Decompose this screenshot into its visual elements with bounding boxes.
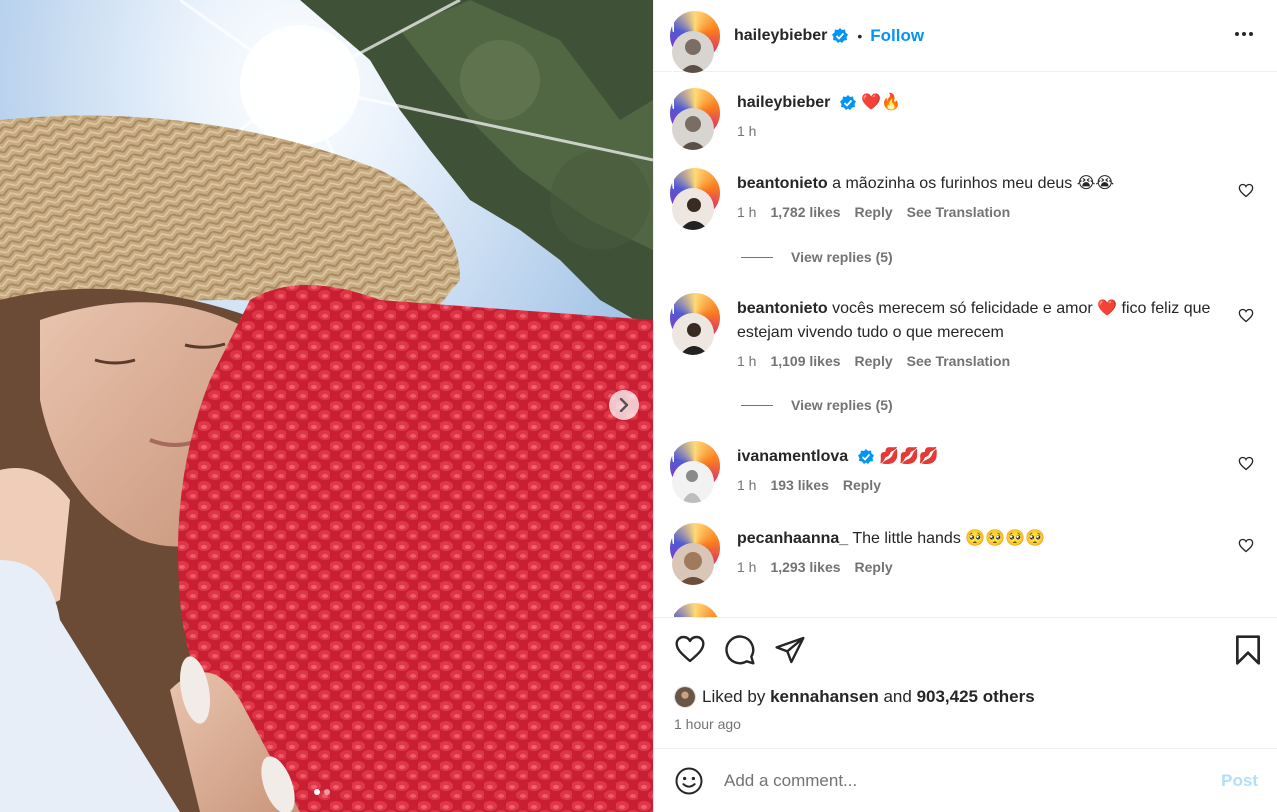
comment-time: 1 h	[737, 559, 757, 575]
comment-time: 1 h	[737, 477, 757, 493]
comment-reply-button[interactable]: Reply	[843, 477, 881, 493]
comment-likes[interactable]: 1,293 likes	[770, 559, 840, 575]
comment-username[interactable]: beantonieto	[737, 300, 828, 317]
view-replies-label[interactable]: View replies (5)	[791, 397, 893, 413]
likes-prefix: Liked by	[702, 687, 766, 706]
chevron-right-icon	[619, 398, 629, 412]
post-comment-button[interactable]: Post	[1221, 771, 1258, 791]
comment-reply-button[interactable]: Reply	[855, 353, 893, 369]
comment-like-heart-icon[interactable]	[1238, 456, 1254, 471]
verified-badge-icon	[857, 448, 874, 464]
comment-text: a mãozinha os furinhos meu deus 😭😭	[832, 175, 1115, 192]
see-translation-button[interactable]: See Translation	[907, 353, 1010, 369]
comment-text: 💋💋💋	[879, 448, 939, 465]
caption-time: 1 h	[737, 123, 757, 139]
comment-item-partial	[670, 603, 1270, 617]
comment-like-heart-icon[interactable]	[1238, 183, 1254, 198]
carousel-dots	[314, 789, 330, 795]
more-horizontal-icon[interactable]	[1235, 24, 1253, 44]
header-separator: •	[857, 27, 863, 44]
comment-item: beantonieto vocês merecem só felicidade …	[670, 293, 1270, 413]
likes-others[interactable]: 903,425 others	[917, 687, 1035, 707]
emoji-icon[interactable]	[674, 766, 704, 796]
heart-icon[interactable]	[674, 634, 706, 664]
view-replies-button[interactable]: View replies (5)	[741, 249, 893, 265]
comment-time: 1 h	[737, 353, 757, 369]
follow-button[interactable]: Follow	[870, 26, 924, 46]
view-replies-label[interactable]: View replies (5)	[791, 249, 893, 265]
replies-divider	[741, 256, 773, 258]
carousel-dot	[324, 789, 330, 795]
post-photo[interactable]	[0, 0, 653, 812]
caption-username[interactable]: haileybieber	[737, 94, 830, 111]
bookmark-icon[interactable]	[1234, 634, 1262, 666]
post-actions: Liked by kennahansen and 903,425 others …	[654, 617, 1277, 749]
comment-item: beantonieto a mãozinha os furinhos meu d…	[670, 168, 1270, 268]
commenter-avatar[interactable]	[670, 441, 720, 522]
comment-item: pecanhaanna_ The little hands 🥺🥺🥺🥺 1 h 1…	[670, 523, 1270, 604]
carousel-next-button[interactable]	[609, 390, 639, 420]
post-detail-panel: haileybieber • Follow haileybieber ❤️🔥 1…	[653, 0, 1277, 812]
caption: haileybieber ❤️🔥 1 h	[670, 88, 1270, 169]
verified-badge-icon	[832, 27, 849, 43]
comment-icon[interactable]	[724, 634, 756, 666]
comment-likes[interactable]: 193 likes	[770, 477, 828, 493]
comment-like-heart-icon[interactable]	[1238, 538, 1254, 553]
caption-text: ❤️🔥	[861, 94, 902, 111]
likes-summary: Liked by kennahansen and 903,425 others	[674, 686, 1035, 708]
commenter-avatar[interactable]	[670, 293, 720, 374]
comment-likes[interactable]: 1,109 likes	[770, 353, 840, 369]
comment-username[interactable]: beantonieto	[737, 175, 828, 192]
liker-avatar[interactable]	[674, 686, 696, 708]
author-avatar[interactable]	[670, 10, 720, 92]
commenter-avatar[interactable]	[670, 523, 720, 604]
post-header: haileybieber • Follow	[654, 0, 1277, 92]
comment-text: The little hands 🥺🥺🥺🥺	[852, 530, 1045, 547]
comment-input[interactable]	[724, 771, 1194, 791]
comment-like-heart-icon[interactable]	[1238, 308, 1254, 323]
likes-conj: and	[883, 687, 912, 706]
comment-time: 1 h	[737, 204, 757, 220]
view-replies-button[interactable]: View replies (5)	[741, 397, 893, 413]
post-image	[0, 0, 653, 812]
commenter-avatar[interactable]	[670, 603, 720, 617]
add-comment-bar: Post	[654, 750, 1277, 812]
comment-username[interactable]: pecanhaanna_	[737, 530, 848, 547]
comment-likes[interactable]: 1,782 likes	[770, 204, 840, 220]
verified-badge-icon	[839, 94, 856, 110]
carousel-dot-active	[314, 789, 320, 795]
replies-divider	[741, 404, 773, 406]
commenter-avatar[interactable]	[670, 168, 720, 249]
comment-reply-button[interactable]: Reply	[855, 204, 893, 220]
caption-avatar[interactable]	[670, 88, 720, 169]
comment-item: ivanamentlova 💋💋💋 1 h 193 likes Reply	[670, 441, 1270, 522]
see-translation-button[interactable]: See Translation	[907, 204, 1010, 220]
post-timestamp: 1 hour ago	[674, 716, 741, 732]
author-username[interactable]: haileybieber	[734, 27, 827, 45]
comment-username[interactable]: ivanamentlova	[737, 448, 848, 465]
comment-reply-button[interactable]: Reply	[855, 559, 893, 575]
comments-list[interactable]: haileybieber ❤️🔥 1 h beantonieto a mãozi…	[654, 73, 1277, 617]
send-icon[interactable]	[774, 634, 806, 666]
liker-username[interactable]: kennahansen	[770, 687, 879, 707]
